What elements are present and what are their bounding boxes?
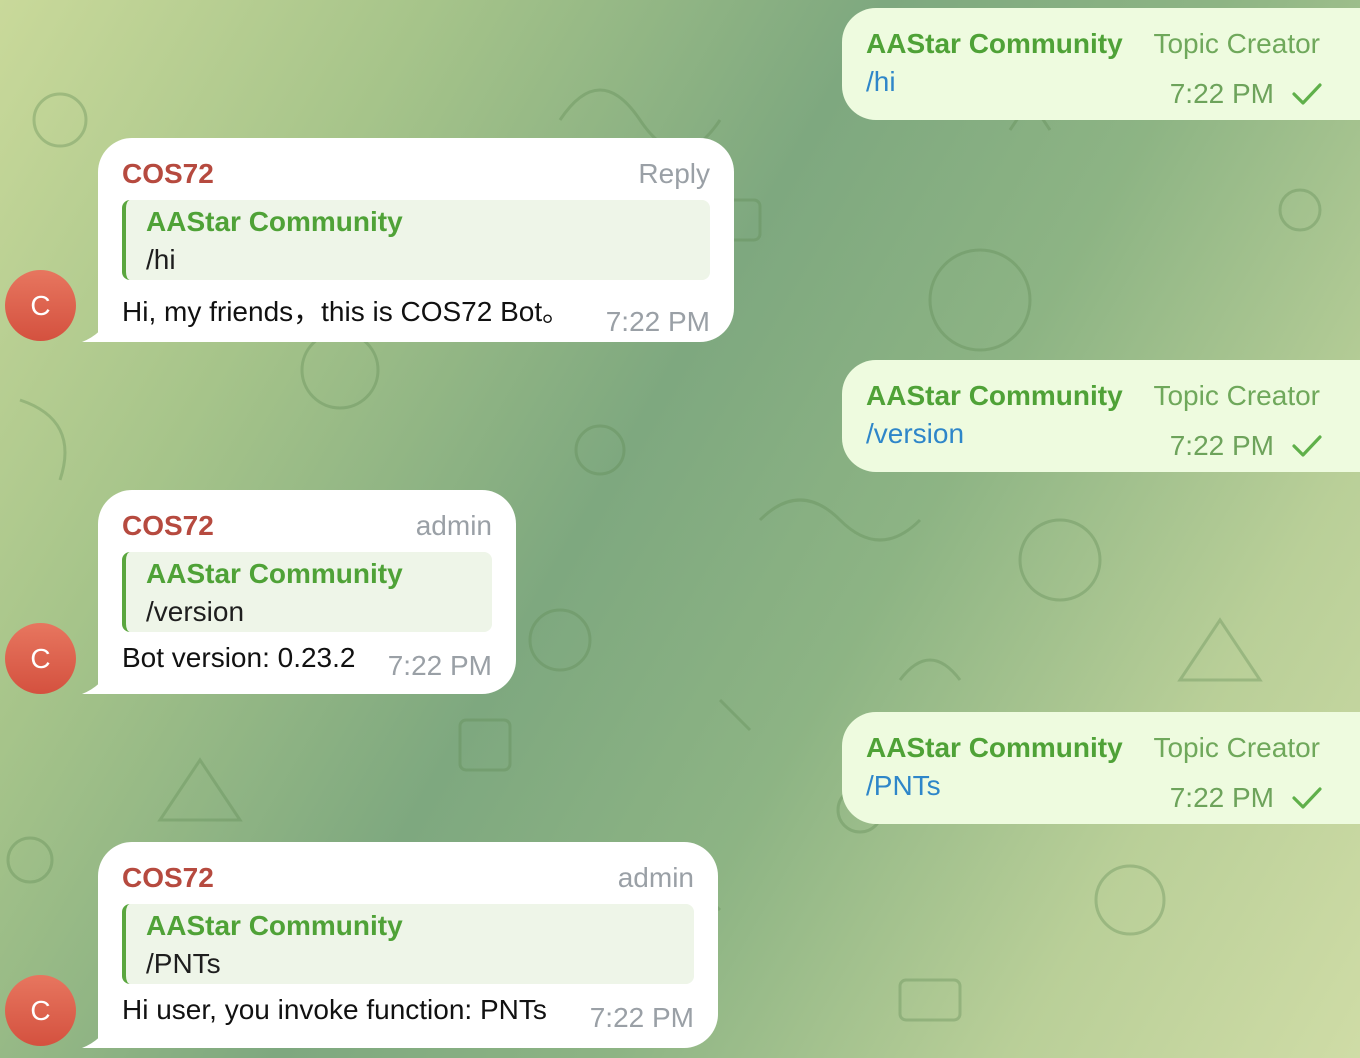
- time-label: 7:22 PM: [1169, 782, 1274, 813]
- quoted-message[interactable]: AAStar Community /hi: [122, 200, 710, 280]
- quote-text: /version: [146, 596, 245, 627]
- incoming-message[interactable]: COS72 admin AAStar Community /version Bo…: [82, 490, 516, 694]
- bubble-tail: [82, 668, 110, 694]
- message-text: Hi user, you invoke function: PNTs: [122, 994, 547, 1025]
- sender-role: Topic Creator: [1153, 380, 1320, 411]
- quoted-message[interactable]: AAStar Community /version: [122, 552, 492, 632]
- outgoing-message[interactable]: AAStar Community Topic Creator /hi 7:22 …: [842, 8, 1360, 120]
- checkmark-icon: [1292, 83, 1322, 105]
- bot-name[interactable]: COS72: [122, 510, 214, 542]
- incoming-message[interactable]: COS72 Reply AAStar Community /hi Hi, my …: [82, 138, 734, 342]
- message-text: Bot version: 0.23.2: [122, 642, 356, 673]
- bot-name[interactable]: COS72: [122, 158, 214, 190]
- sender-name[interactable]: AAStar Community: [866, 28, 1123, 60]
- message-time: 7:22 PM: [387, 650, 492, 681]
- incoming-message[interactable]: COS72 admin AAStar Community /PNTs Hi us…: [82, 842, 718, 1048]
- avatar[interactable]: C: [5, 975, 76, 1046]
- admin-badge: admin: [415, 510, 492, 541]
- bubble-tail: [82, 1022, 110, 1048]
- sender-name[interactable]: AAStar Community: [866, 732, 1123, 764]
- sender-role: Topic Creator: [1153, 28, 1320, 59]
- sender-role: Topic Creator: [1153, 732, 1320, 763]
- message-time: 7:22 PM: [605, 306, 710, 337]
- sender-name[interactable]: AAStar Community: [866, 380, 1123, 412]
- avatar[interactable]: C: [5, 270, 76, 341]
- message-time: 7:22 PM: [1170, 782, 1322, 814]
- quote-sender: AAStar Community: [146, 910, 403, 941]
- admin-badge: admin: [617, 862, 694, 893]
- outgoing-message[interactable]: AAStar Community Topic Creator /PNTs 7:2…: [842, 712, 1360, 824]
- quote-text: /hi: [146, 244, 176, 275]
- message-time: 7:22 PM: [1170, 430, 1322, 462]
- bubble-tail: [82, 316, 110, 342]
- time-label: 7:22 PM: [1169, 78, 1274, 109]
- outgoing-message[interactable]: AAStar Community Topic Creator /version …: [842, 360, 1360, 472]
- avatar[interactable]: C: [5, 623, 76, 694]
- reply-label[interactable]: Reply: [638, 158, 710, 190]
- bot-name[interactable]: COS72: [122, 862, 214, 894]
- quote-text: /PNTs: [146, 948, 221, 979]
- message-time: 7:22 PM: [589, 1002, 694, 1033]
- checkmark-icon: [1292, 435, 1322, 457]
- message-time: 7:22 PM: [1170, 78, 1322, 110]
- message-text: Hi, my friends，this is COS72 Bot。: [122, 296, 571, 327]
- quoted-message[interactable]: AAStar Community /PNTs: [122, 904, 694, 984]
- quote-sender: AAStar Community: [146, 558, 403, 589]
- checkmark-icon: [1292, 787, 1322, 809]
- time-label: 7:22 PM: [1169, 430, 1274, 461]
- quote-sender: AAStar Community: [146, 206, 403, 237]
